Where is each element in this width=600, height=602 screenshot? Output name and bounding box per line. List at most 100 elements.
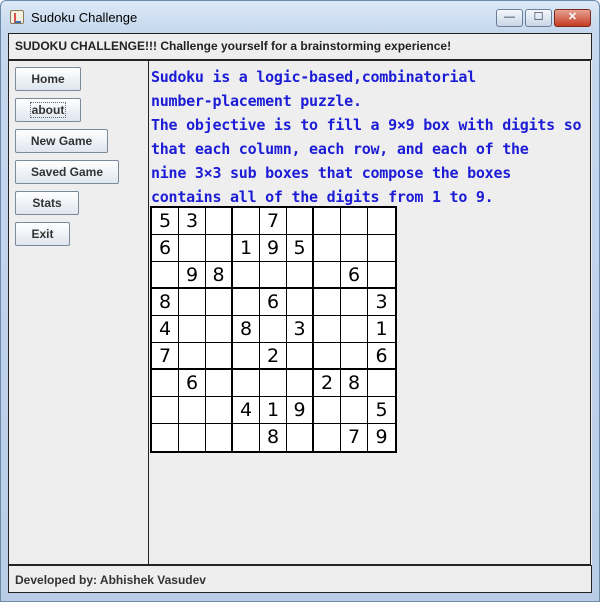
- sudoku-cell[interactable]: [233, 343, 260, 370]
- sudoku-cell[interactable]: [233, 262, 260, 289]
- app-window: Sudoku Challenge — ☐ ✕ SUDOKU CHALLENGE!…: [0, 0, 600, 602]
- sudoku-cell[interactable]: [314, 316, 341, 343]
- sudoku-cell[interactable]: [179, 289, 206, 316]
- sudoku-cell[interactable]: [206, 235, 233, 262]
- sudoku-cell[interactable]: [206, 316, 233, 343]
- sudoku-cell[interactable]: [341, 289, 368, 316]
- sudoku-cell[interactable]: 2: [314, 370, 341, 397]
- sudoku-cell[interactable]: 5: [287, 235, 314, 262]
- sudoku-cell[interactable]: [314, 262, 341, 289]
- sudoku-cell[interactable]: 1: [260, 397, 287, 424]
- sudoku-cell[interactable]: [152, 424, 179, 451]
- sudoku-cell[interactable]: [368, 262, 395, 289]
- sudoku-cell[interactable]: [314, 343, 341, 370]
- sudoku-cell[interactable]: [341, 397, 368, 424]
- java-app-icon: [10, 10, 24, 24]
- sudoku-cell[interactable]: 9: [260, 235, 287, 262]
- sudoku-cell[interactable]: 4: [233, 397, 260, 424]
- sudoku-cell[interactable]: 5: [152, 208, 179, 235]
- sudoku-cell[interactable]: [206, 289, 233, 316]
- sudoku-cell[interactable]: [287, 289, 314, 316]
- about-button-label: about: [29, 102, 67, 118]
- sudoku-cell[interactable]: [179, 343, 206, 370]
- sudoku-cell[interactable]: [260, 316, 287, 343]
- sudoku-cell[interactable]: [152, 397, 179, 424]
- sudoku-cell[interactable]: 3: [179, 208, 206, 235]
- sudoku-cell[interactable]: [179, 235, 206, 262]
- sudoku-cell[interactable]: [287, 343, 314, 370]
- sudoku-cell[interactable]: 6: [152, 235, 179, 262]
- sudoku-cell[interactable]: 9: [368, 424, 395, 451]
- sudoku-cell[interactable]: [179, 424, 206, 451]
- sudoku-cell[interactable]: 7: [260, 208, 287, 235]
- sudoku-cell[interactable]: [314, 424, 341, 451]
- sudoku-cell[interactable]: [287, 370, 314, 397]
- sudoku-cell[interactable]: 7: [341, 424, 368, 451]
- sudoku-cell[interactable]: 6: [341, 262, 368, 289]
- header-text: SUDOKU CHALLENGE!!! Challenge yourself f…: [15, 39, 452, 53]
- sudoku-cell[interactable]: 2: [260, 343, 287, 370]
- about-button[interactable]: about: [15, 98, 81, 122]
- sudoku-cell[interactable]: 3: [287, 316, 314, 343]
- description-line: number-placement puzzle.: [151, 92, 362, 110]
- sudoku-cell[interactable]: [233, 289, 260, 316]
- sudoku-cell[interactable]: [233, 424, 260, 451]
- sudoku-cell[interactable]: [341, 208, 368, 235]
- sudoku-cell[interactable]: [314, 208, 341, 235]
- sudoku-cell[interactable]: 9: [179, 262, 206, 289]
- sudoku-cell[interactable]: [287, 262, 314, 289]
- exit-button[interactable]: Exit: [15, 222, 70, 246]
- home-button[interactable]: Home: [15, 67, 81, 91]
- sudoku-cell[interactable]: 1: [368, 316, 395, 343]
- sudoku-cell[interactable]: [260, 262, 287, 289]
- sudoku-cell[interactable]: 8: [260, 424, 287, 451]
- sudoku-cell[interactable]: 8: [152, 289, 179, 316]
- sudoku-cell[interactable]: [260, 370, 287, 397]
- sudoku-cell[interactable]: 5: [368, 397, 395, 424]
- minimize-button[interactable]: —: [496, 9, 523, 27]
- maximize-button[interactable]: ☐: [525, 9, 552, 27]
- sudoku-cell[interactable]: 4: [152, 316, 179, 343]
- sudoku-cell[interactable]: [233, 370, 260, 397]
- sudoku-cell[interactable]: [206, 370, 233, 397]
- sudoku-cell[interactable]: [287, 208, 314, 235]
- sudoku-cell[interactable]: [206, 424, 233, 451]
- sudoku-cell[interactable]: [152, 370, 179, 397]
- saved-game-button[interactable]: Saved Game: [15, 160, 119, 184]
- sudoku-cell[interactable]: [314, 289, 341, 316]
- sudoku-cell[interactable]: [368, 208, 395, 235]
- sudoku-cell[interactable]: 3: [368, 289, 395, 316]
- sudoku-cell[interactable]: [179, 397, 206, 424]
- sudoku-cell[interactable]: [287, 424, 314, 451]
- description-line: Sudoku is a logic-based,combinatorial: [151, 68, 476, 86]
- client-area: SUDOKU CHALLENGE!!! Challenge yourself f…: [8, 33, 592, 593]
- sudoku-cell[interactable]: 8: [206, 262, 233, 289]
- sudoku-cell[interactable]: [233, 208, 260, 235]
- sudoku-cell[interactable]: 8: [341, 370, 368, 397]
- close-button[interactable]: ✕: [554, 9, 591, 27]
- sudoku-cell[interactable]: [368, 370, 395, 397]
- sudoku-cell[interactable]: 6: [260, 289, 287, 316]
- sudoku-cell[interactable]: [152, 262, 179, 289]
- sudoku-cell[interactable]: 1: [233, 235, 260, 262]
- sudoku-cell[interactable]: 7: [152, 343, 179, 370]
- sudoku-cell[interactable]: [341, 343, 368, 370]
- sudoku-cell[interactable]: 9: [287, 397, 314, 424]
- sudoku-cell[interactable]: [314, 397, 341, 424]
- sudoku-cell[interactable]: 6: [179, 370, 206, 397]
- sudoku-cell[interactable]: [206, 397, 233, 424]
- sudoku-cell[interactable]: [314, 235, 341, 262]
- sudoku-cell[interactable]: [341, 235, 368, 262]
- sudoku-cell[interactable]: 8: [233, 316, 260, 343]
- footer-panel: Developed by: Abhishek Vasudev: [8, 565, 592, 593]
- sudoku-cell[interactable]: [341, 316, 368, 343]
- sudoku-cell[interactable]: 6: [368, 343, 395, 370]
- sudoku-cell[interactable]: [206, 208, 233, 235]
- new-game-button[interactable]: New Game: [15, 129, 108, 153]
- title-bar[interactable]: Sudoku Challenge — ☐ ✕: [1, 1, 599, 33]
- sudoku-cell[interactable]: [206, 343, 233, 370]
- sudoku-cell[interactable]: [368, 235, 395, 262]
- stats-button[interactable]: Stats: [15, 191, 79, 215]
- sudoku-cell[interactable]: [179, 316, 206, 343]
- main-panel: Sudoku is a logic-based,combinatorial nu…: [149, 60, 591, 565]
